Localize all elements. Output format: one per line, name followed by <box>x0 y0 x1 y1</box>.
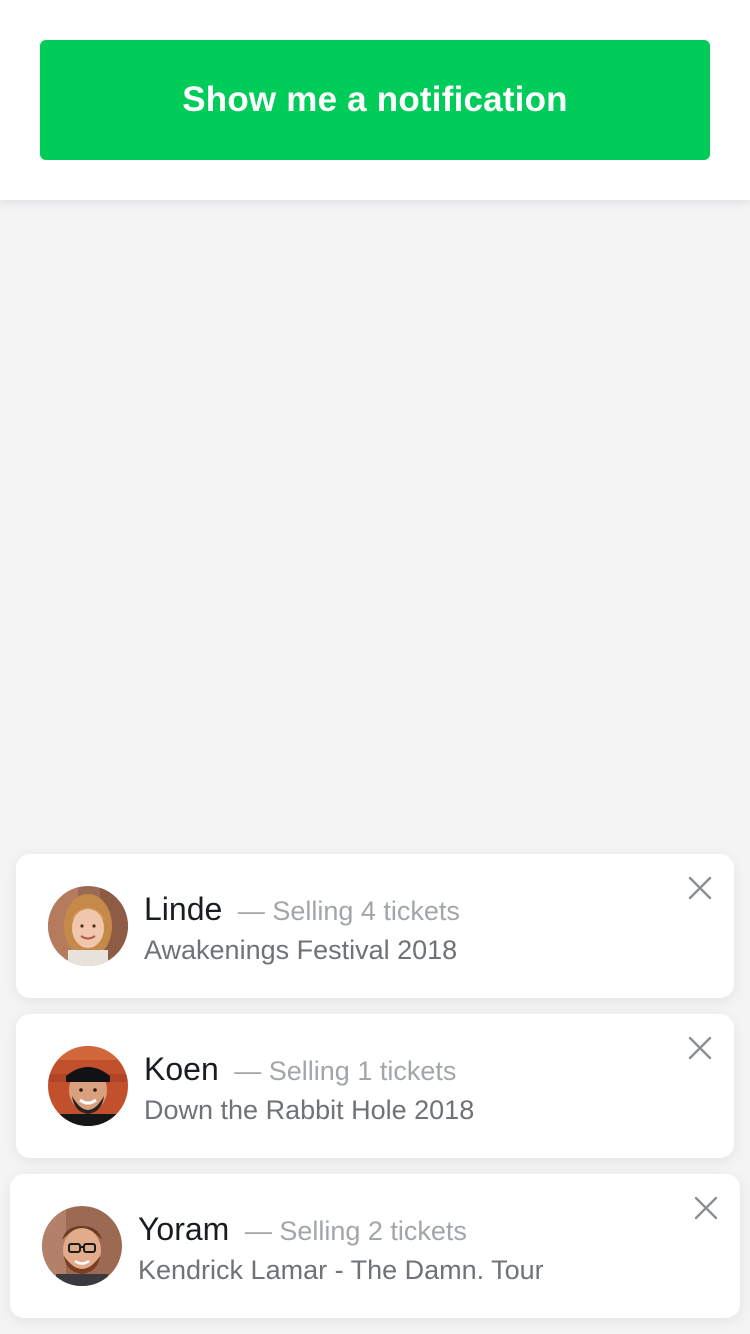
show-notification-button[interactable]: Show me a notification <box>40 40 710 160</box>
avatar <box>48 886 128 966</box>
notification-title-line: Koen — Selling 1 tickets <box>144 1052 456 1088</box>
notification-card-koen[interactable]: Koen — Selling 1 tickets Down the Rabbit… <box>16 1014 734 1158</box>
separator-dash: — <box>244 1216 272 1246</box>
avatar-man-glasses-beard-icon <box>42 1206 122 1286</box>
avatar <box>42 1206 122 1286</box>
avatar <box>48 1046 128 1126</box>
selling-text: Selling 1 tickets <box>268 1056 457 1086</box>
seller-name: Yoram <box>138 1211 230 1247</box>
content-area <box>0 200 750 1334</box>
event-name: Kendrick Lamar - The Damn. Tour <box>138 1255 544 1285</box>
avatar-man-cap-beard-icon <box>48 1046 128 1126</box>
seller-name: Linde <box>144 891 223 927</box>
separator-dash: — <box>234 1056 262 1086</box>
selling-text: Selling 4 tickets <box>272 896 460 926</box>
notification-card-yoram[interactable]: Yoram — Selling 2 tickets Kendrick Lamar… <box>10 1174 740 1318</box>
event-name: Awakenings Festival 2018 <box>144 935 458 965</box>
separator-dash: — <box>237 896 265 926</box>
close-icon[interactable] <box>687 875 713 901</box>
notification-card-linde[interactable]: Linde — Selling 4 tickets Awakenings Fes… <box>16 854 734 998</box>
selling-text: Selling 2 tickets <box>279 1216 467 1246</box>
avatar-woman-blonde-icon <box>48 886 128 966</box>
seller-name: Koen <box>144 1051 219 1087</box>
notification-title-line: Yoram — Selling 2 tickets <box>138 1212 467 1248</box>
event-name: Down the Rabbit Hole 2018 <box>144 1095 475 1125</box>
close-icon[interactable] <box>693 1195 719 1221</box>
notification-title-line: Linde — Selling 4 tickets <box>144 892 460 928</box>
close-icon[interactable] <box>687 1035 713 1061</box>
top-bar: Show me a notification <box>0 0 750 200</box>
